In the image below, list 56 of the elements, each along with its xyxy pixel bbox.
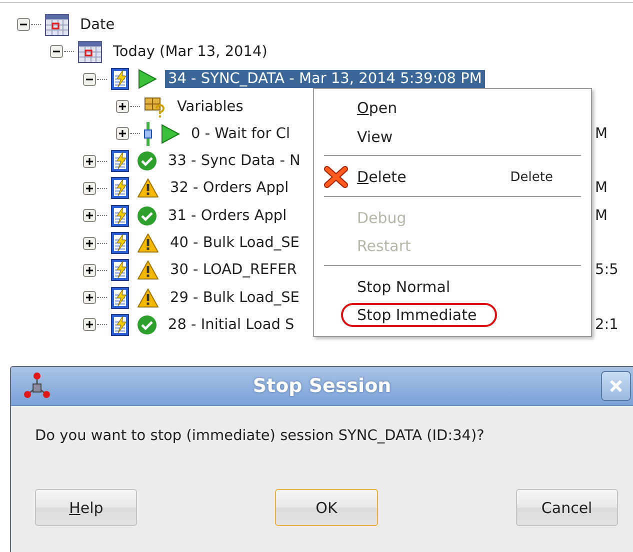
tree-item-fragment: M <box>595 126 608 142</box>
tree-item[interactable]: 0 - Wait for Cl <box>188 124 293 143</box>
expand-icon[interactable] <box>83 264 96 277</box>
menu-item[interactable]: Stop Normal <box>357 276 450 297</box>
dialog-button[interactable]: Cancel <box>516 489 618 526</box>
menu-item[interactable]: View <box>357 126 393 147</box>
menu-item[interactable]: Stop Immediate <box>341 303 497 328</box>
collapse-icon[interactable] <box>83 72 96 86</box>
expand-icon[interactable] <box>83 291 96 304</box>
network-nodes-icon <box>23 372 51 400</box>
expand-icon[interactable] <box>83 318 96 332</box>
collapse-icon[interactable] <box>17 18 30 32</box>
tree-item-fragment: M <box>595 180 608 196</box>
lightning-document-icon <box>111 150 129 172</box>
expand-icon[interactable] <box>116 127 129 140</box>
lightning-document-icon <box>111 286 129 309</box>
tree-item[interactable]: 29 - Bulk Load_SE <box>167 288 302 307</box>
dialog-message: Do you want to stop (immediate) session SYNC_DATA (ID:34)? <box>35 428 486 444</box>
tree-item-fragment: 2:1 <box>595 316 618 333</box>
expand-icon[interactable] <box>83 209 96 222</box>
lightning-document-icon <box>111 259 129 282</box>
dialog-button[interactable]: OK <box>275 489 378 526</box>
tree-item-fragment: M <box>595 208 608 224</box>
tree-item[interactable]: 40 - Bulk Load_SE <box>167 234 302 252</box>
calendar-icon <box>78 40 102 63</box>
tree-item[interactable]: 28 - Initial Load S <box>165 316 298 334</box>
expand-icon[interactable] <box>83 182 96 195</box>
lightning-document-icon <box>111 314 129 336</box>
dialog-button[interactable]: Help <box>35 489 138 526</box>
tree-item[interactable]: Date <box>77 16 118 34</box>
delete-icon <box>324 166 348 188</box>
tree-item[interactable]: 33 - Sync Data - N <box>165 152 304 170</box>
expand-icon[interactable] <box>116 100 129 114</box>
tree-item[interactable]: 34 - SYNC_DATA - Mar 13, 2014 5:39:08 PM <box>165 70 485 88</box>
expand-icon[interactable] <box>83 236 96 250</box>
menu-item[interactable]: Open <box>357 98 398 118</box>
lightning-document-icon <box>111 177 129 200</box>
tree-item[interactable]: Variables <box>174 98 246 116</box>
tree-item[interactable]: 32 - Orders Appl <box>167 179 292 198</box>
shortcut-label: Delete <box>510 170 553 185</box>
dialog-title: Stop Session <box>252 375 392 397</box>
step-icon <box>144 122 152 146</box>
variables-icon <box>144 96 166 118</box>
close-button[interactable] <box>601 371 631 401</box>
tree-item[interactable]: 30 - LOAD_REFER <box>167 261 300 280</box>
lightning-document-icon <box>111 68 129 90</box>
lightning-document-icon <box>111 232 129 254</box>
tree-item-fragment: 5:5 <box>595 262 618 278</box>
expand-icon[interactable] <box>83 154 96 168</box>
collapse-icon[interactable] <box>50 45 63 58</box>
lightning-document-icon <box>111 204 129 227</box>
tree-item[interactable]: 31 - Orders Appl <box>165 206 290 225</box>
calendar-icon <box>45 14 69 36</box>
tree-item[interactable]: Today (Mar 13, 2014) <box>110 42 270 61</box>
menu-item[interactable]: Delete <box>357 167 406 188</box>
close-icon <box>608 378 624 394</box>
